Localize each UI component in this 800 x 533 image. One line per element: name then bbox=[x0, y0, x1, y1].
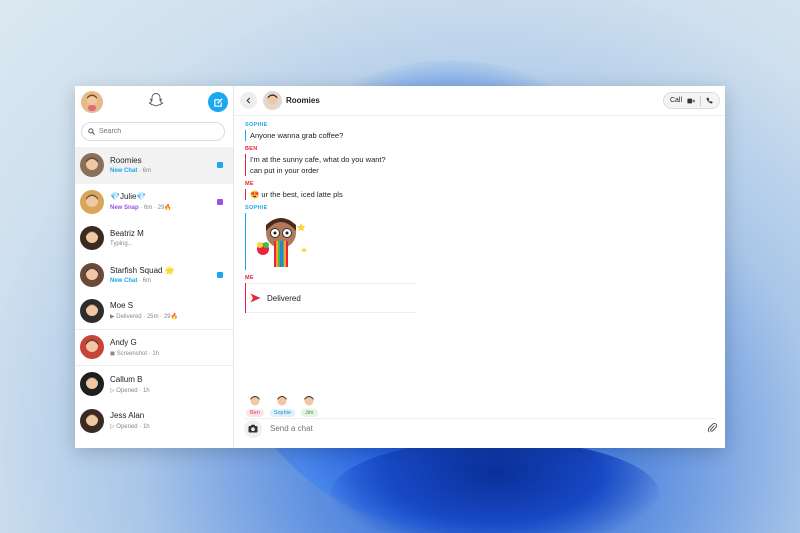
unread-indicator bbox=[217, 271, 223, 278]
member-avatar bbox=[302, 394, 316, 408]
chat-message[interactable]: ME 😍 ur the best, iced latte pls bbox=[245, 181, 715, 200]
member-avatar bbox=[275, 394, 289, 408]
chat-message[interactable]: BEN I'm at the sunny cafe, what do you wa… bbox=[245, 146, 715, 176]
conversation-title: Roomies bbox=[286, 96, 320, 105]
present-member[interactable]: Sophie bbox=[269, 394, 295, 417]
sidebar: Roomies New Chat · 6m 💎Julie💎 New Snap · 6m… bbox=[75, 86, 234, 448]
compose-bar bbox=[244, 418, 718, 438]
chat-list-item[interactable]: Moe S ▶ Delivered · 25m · 29🔥 bbox=[75, 293, 233, 330]
message-sender: ME bbox=[245, 181, 254, 187]
video-call-icon[interactable] bbox=[687, 98, 695, 104]
present-members: Ben Sophie Jim bbox=[246, 394, 318, 417]
message-sender: SOPHIE bbox=[245, 122, 268, 128]
bitmoji-sticker[interactable] bbox=[254, 213, 314, 267]
profile-avatar[interactable] bbox=[81, 91, 103, 113]
chat-name: Starfish Squad 🌟 bbox=[110, 265, 175, 275]
conversation-header: Roomies Call bbox=[234, 86, 725, 116]
snapchat-ghost-icon[interactable] bbox=[148, 92, 164, 113]
chat-avatar bbox=[80, 153, 104, 178]
camera-icon bbox=[248, 424, 258, 433]
chat-avatar bbox=[80, 335, 104, 360]
chat-name: Moe S bbox=[110, 301, 134, 311]
conversation-panel: Roomies Call SOPHIE Anyone wanna grab cof… bbox=[234, 86, 725, 448]
chat-status: New Snap · 6m · 29🔥 bbox=[110, 205, 172, 212]
message-text: Anyone wanna grab coffee? bbox=[250, 131, 344, 140]
camera-button[interactable] bbox=[244, 419, 262, 438]
compose-icon bbox=[213, 97, 223, 107]
snap-arrow-icon bbox=[250, 293, 261, 303]
call-controls: Call bbox=[662, 92, 720, 109]
message-sender: SOPHIE bbox=[245, 205, 268, 211]
message-sender: ME bbox=[245, 275, 254, 281]
paperclip-icon bbox=[707, 422, 718, 433]
chat-name: Beatriz M bbox=[110, 229, 144, 239]
message-sender: BEN bbox=[245, 146, 258, 152]
chat-status: ▷ Opened · 1h bbox=[110, 424, 150, 431]
chat-list-item[interactable]: Starfish Squad 🌟 New Chat · 6m bbox=[75, 257, 233, 294]
chat-list-item[interactable]: Roomies New Chat · 6m bbox=[75, 147, 233, 184]
chat-input[interactable] bbox=[270, 424, 700, 433]
chat-list-item[interactable]: Beatriz M Typing... bbox=[75, 220, 233, 257]
chevron-left-icon bbox=[246, 97, 251, 104]
chat-name: Roomies bbox=[110, 156, 142, 166]
chat-status: ◼ Screenshot · 1h bbox=[110, 350, 160, 357]
delivered-label: Delivered bbox=[267, 293, 301, 303]
chat-list-item[interactable]: Jess Alan ▷ Opened · 1h bbox=[75, 403, 233, 440]
chat-status: ▷ Opened · 1h bbox=[110, 387, 150, 394]
search-box[interactable] bbox=[81, 122, 225, 141]
unread-indicator bbox=[217, 198, 223, 205]
sticker-bubble bbox=[245, 213, 715, 270]
chat-avatar bbox=[80, 226, 104, 251]
sticker-message: SOPHIE bbox=[245, 205, 715, 270]
sidebar-header bbox=[75, 86, 233, 118]
attachment-button[interactable] bbox=[707, 420, 718, 438]
phone-icon[interactable] bbox=[706, 97, 713, 104]
group-avatar[interactable] bbox=[263, 91, 282, 110]
chat-list-item[interactable]: Andy G ◼ Screenshot · 1h bbox=[75, 330, 233, 366]
delivered-status[interactable]: Delivered bbox=[246, 283, 416, 313]
member-label: Jim bbox=[300, 409, 318, 417]
chat-avatar bbox=[80, 189, 104, 214]
message-text: I'm at the sunny cafe, what do you want? bbox=[250, 155, 386, 164]
snapchat-window: Roomies New Chat · 6m 💎Julie💎 New Snap · 6m… bbox=[75, 86, 725, 448]
member-label: Ben bbox=[246, 409, 264, 417]
search-input[interactable] bbox=[99, 128, 219, 135]
chat-name: 💎Julie💎 bbox=[110, 192, 147, 202]
new-chat-button[interactable] bbox=[208, 92, 228, 112]
message-text: can put in your order bbox=[250, 166, 319, 175]
chat-list-item[interactable]: Callum B ▷ Opened · 1h bbox=[75, 366, 233, 403]
chat-status: ▶ Delivered · 25m · 29🔥 bbox=[110, 314, 179, 321]
call-label[interactable]: Call bbox=[670, 97, 682, 104]
present-member[interactable]: Ben bbox=[246, 394, 264, 417]
delivered-message: ME Delivered bbox=[245, 275, 715, 313]
chat-avatar bbox=[80, 262, 104, 287]
chat-message[interactable]: SOPHIE Anyone wanna grab coffee? bbox=[245, 122, 715, 141]
chat-avatar bbox=[80, 298, 104, 323]
chat-name: Andy G bbox=[110, 337, 137, 347]
present-member[interactable]: Jim bbox=[300, 394, 318, 417]
member-avatar bbox=[248, 394, 262, 408]
message-text: 😍 ur the best, iced latte pls bbox=[250, 190, 343, 199]
chat-avatar bbox=[80, 408, 104, 433]
chat-list-item[interactable]: 💎Julie💎 New Snap · 6m · 29🔥 bbox=[75, 184, 233, 221]
chat-list: Roomies New Chat · 6m 💎Julie💎 New Snap · 6m… bbox=[75, 147, 233, 448]
chat-avatar bbox=[80, 372, 104, 397]
member-label: Sophie bbox=[269, 409, 295, 417]
search-icon bbox=[88, 128, 95, 135]
chat-name: Callum B bbox=[110, 374, 143, 384]
chat-name: Jess Alan bbox=[110, 411, 145, 421]
chat-status: Typing... bbox=[110, 241, 133, 248]
unread-indicator bbox=[217, 162, 223, 169]
chat-status: New Chat · 6m bbox=[110, 168, 152, 175]
chat-status: New Chat · 6m bbox=[110, 277, 152, 284]
back-button[interactable] bbox=[240, 92, 257, 109]
